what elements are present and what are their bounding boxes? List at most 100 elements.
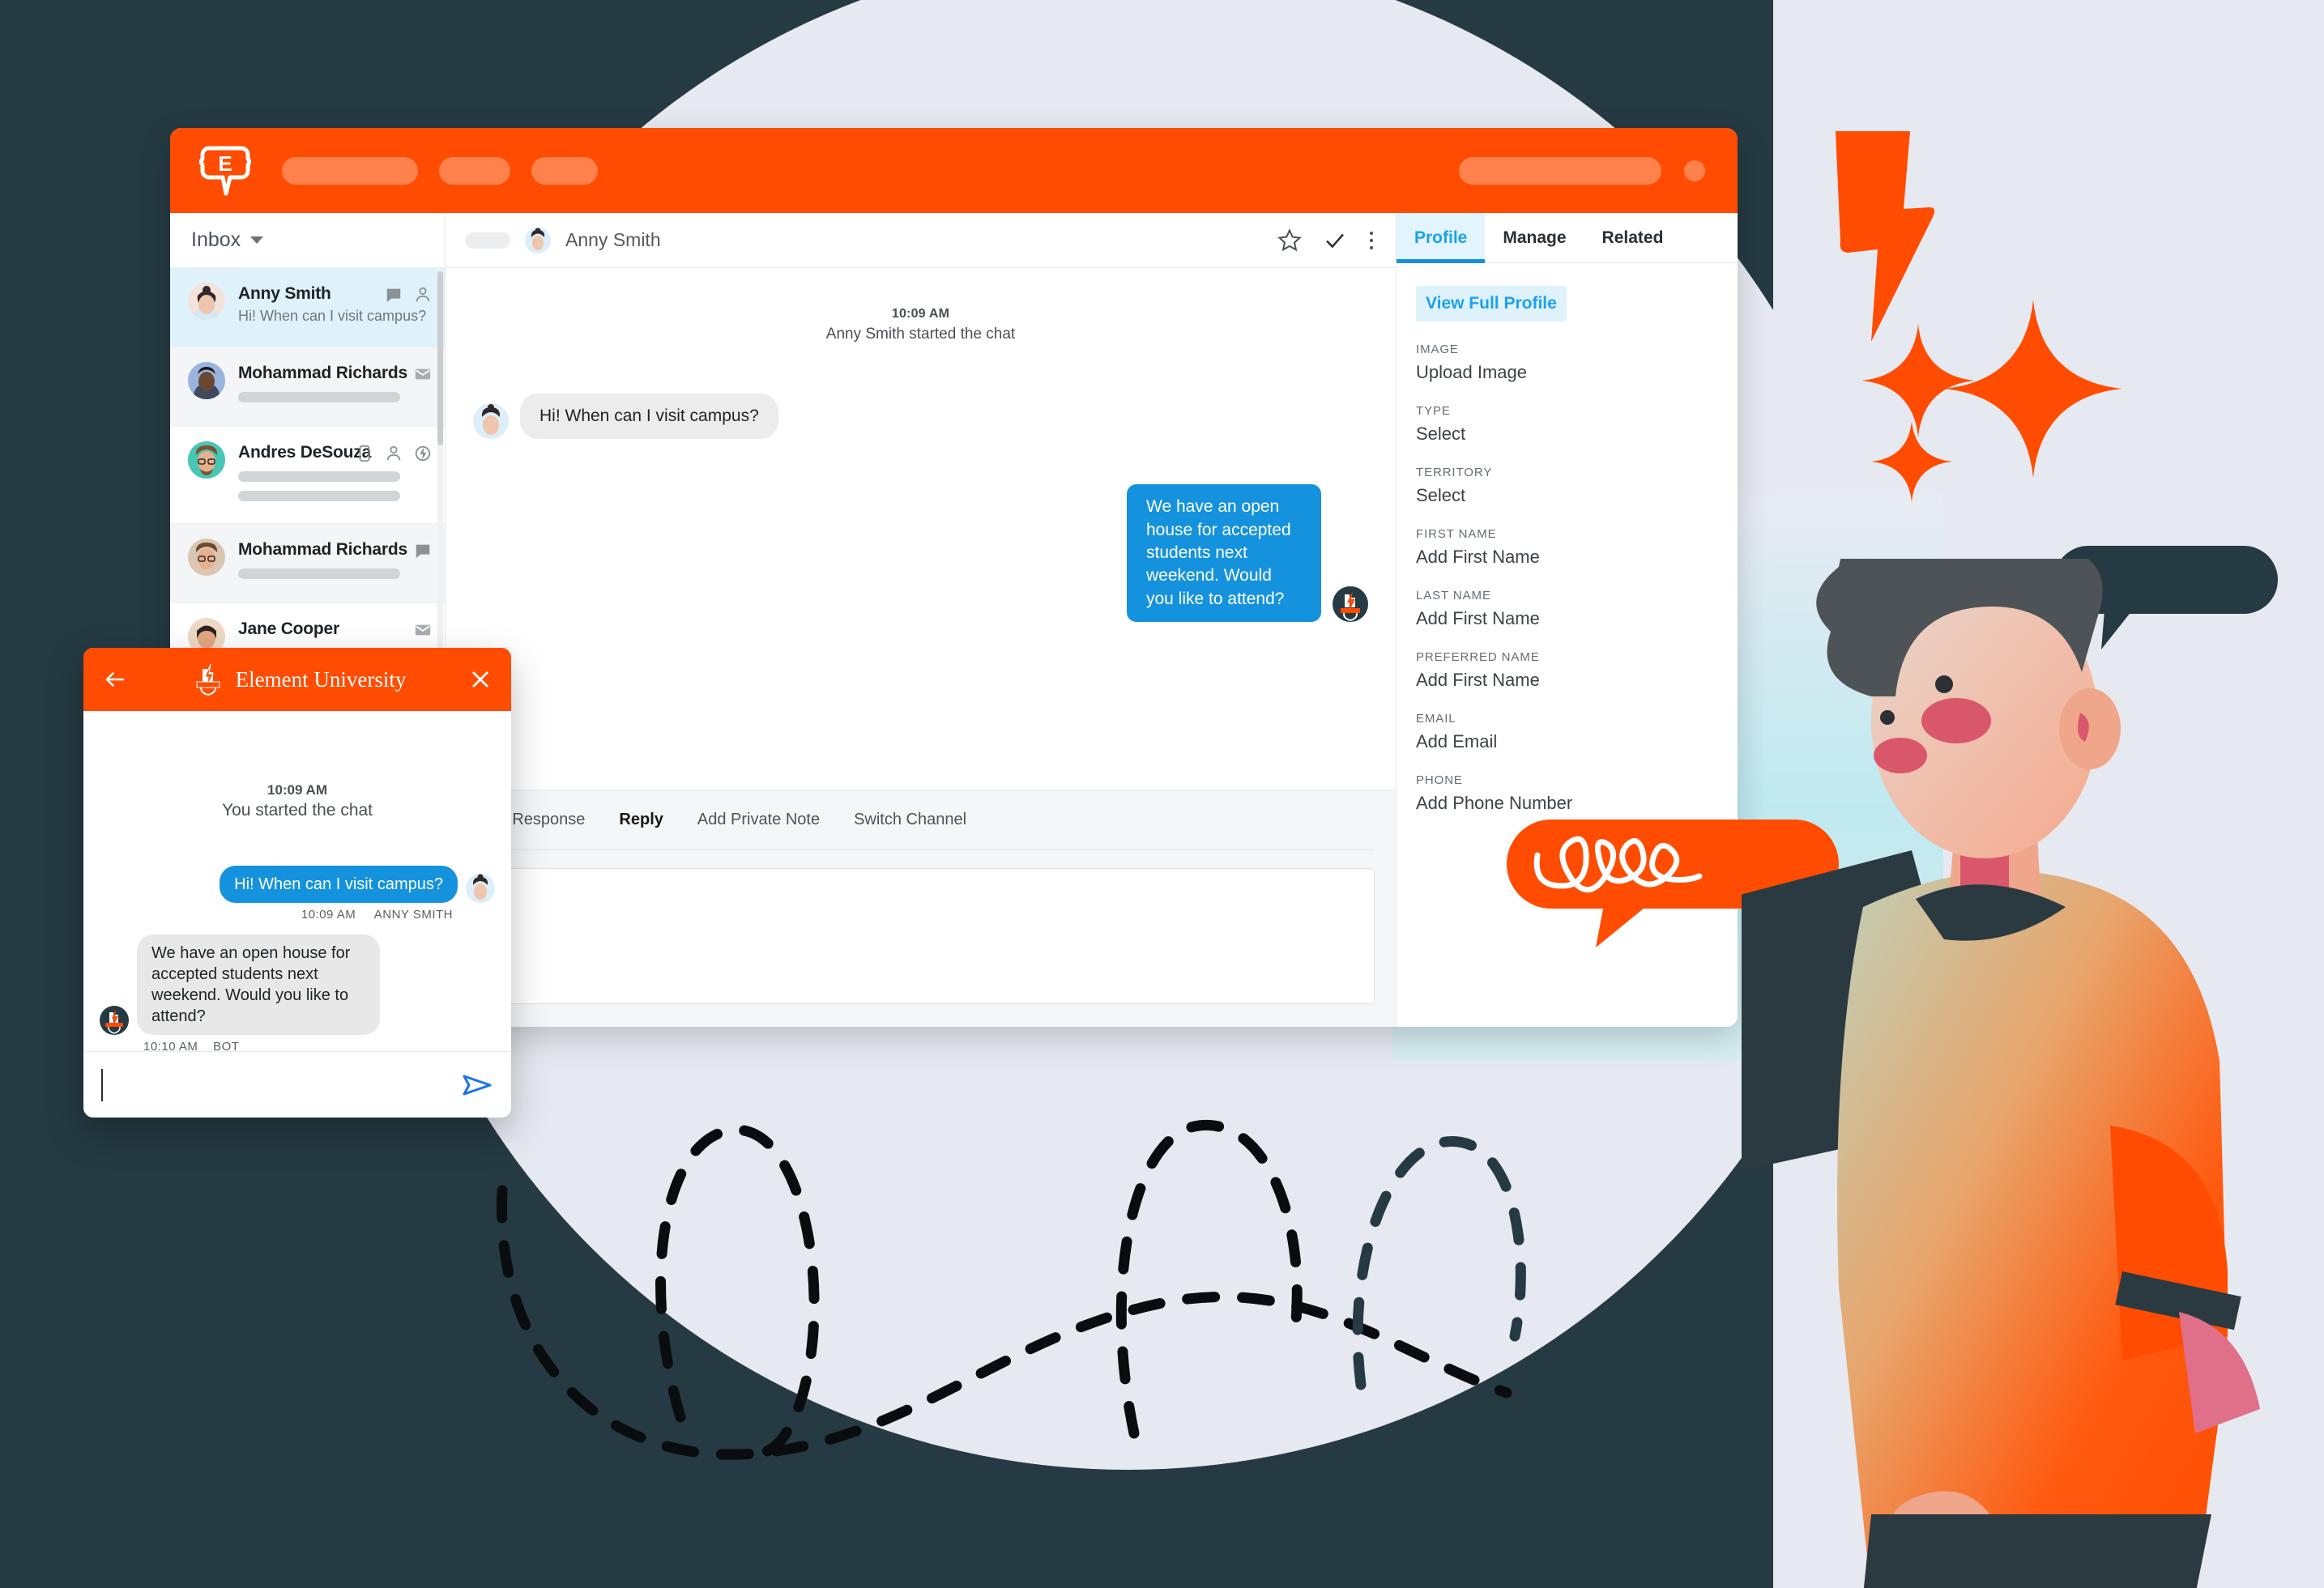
chat-widget-footer xyxy=(83,1051,511,1118)
field-value[interactable]: Add Email xyxy=(1416,731,1718,752)
conversation-name: Jane Cooper xyxy=(238,619,339,638)
field-value[interactable]: Add Phone Number xyxy=(1416,793,1718,814)
mail-icon xyxy=(415,368,431,380)
widget-system-text: You started the chat xyxy=(221,801,373,820)
person-icon xyxy=(386,445,401,461)
widget-message-author: BOT xyxy=(213,1040,240,1054)
chevron-down-icon[interactable] xyxy=(250,236,264,244)
conversation-name: Andres DeSouza xyxy=(238,443,372,462)
field-value[interactable]: Select xyxy=(1416,424,1718,445)
avatar xyxy=(466,874,495,903)
sidebar-scrollbar-thumb[interactable] xyxy=(437,271,443,445)
conversation-icons xyxy=(414,618,432,639)
preview-placeholder xyxy=(238,392,400,402)
send-icon[interactable] xyxy=(461,1071,493,1099)
tab-profile[interactable]: Profile xyxy=(1397,213,1486,263)
avatar xyxy=(188,283,225,320)
widget-message-meta: 10:09 AM ANNY SMITH xyxy=(100,908,495,922)
close-icon[interactable] xyxy=(469,668,492,691)
widget-message-row-incoming: We have an open house for accepted stude… xyxy=(100,934,495,1035)
conversation-name: Anny Smith xyxy=(238,284,331,303)
cheek-left xyxy=(1874,738,1927,773)
conversation-text: Mohammad Richards xyxy=(238,539,407,579)
topbar-pill-2[interactable] xyxy=(439,156,510,185)
field-value[interactable]: Add First Name xyxy=(1416,547,1718,568)
element-university-crest-avatar xyxy=(1333,586,1368,623)
system-text: Anny Smith started the chat xyxy=(825,326,1016,343)
widget-system-time: 10:09 AM xyxy=(267,782,327,798)
tab-related[interactable]: Related xyxy=(1584,213,1682,262)
conversation-row-mohammad-richards-1[interactable]: Mohammad Richards xyxy=(170,347,445,427)
avatar xyxy=(188,362,225,399)
preview-placeholder xyxy=(238,568,400,579)
conversation-row-mohammad-richards-2[interactable]: Mohammad Richards xyxy=(170,524,445,603)
conversation-header: Anny Smith xyxy=(446,213,1396,268)
system-time: 10:09 AM xyxy=(891,307,950,321)
inbox-selector[interactable]: Inbox xyxy=(170,213,445,268)
widget-system-message: 10:09 AM You started the chat xyxy=(100,782,495,820)
chat-widget-title: Element University xyxy=(235,666,407,692)
element-e-logo-icon[interactable]: E xyxy=(199,142,251,200)
avatar xyxy=(188,441,225,479)
preview-placeholder xyxy=(238,471,400,482)
inbox-label: Inbox xyxy=(191,228,241,251)
sparkle-small-icon xyxy=(1871,421,1952,502)
field-value[interactable]: Upload Image xyxy=(1416,362,1718,383)
profile-field-first-name: FIRST NAME Add First Name xyxy=(1416,527,1718,568)
tab-manage[interactable]: Manage xyxy=(1485,213,1584,262)
widget-message-time: 10:09 AM xyxy=(301,908,356,922)
more-vertical-icon[interactable] xyxy=(1368,228,1375,253)
conversation-icons xyxy=(385,283,432,304)
topbar-search-pill[interactable] xyxy=(1459,156,1661,185)
field-label: FIRST NAME xyxy=(1416,527,1497,541)
profile-field-phone: PHONE Add Phone Number xyxy=(1416,773,1718,814)
mobile-icon xyxy=(359,445,370,462)
star-icon[interactable] xyxy=(1277,228,1302,253)
lightning-bolt-icon xyxy=(1836,131,1934,342)
conversation-text: Andres DeSouza xyxy=(238,441,400,501)
tab-reply[interactable]: Reply xyxy=(619,811,663,829)
field-value[interactable]: Select xyxy=(1416,485,1718,506)
widget-message-bubble: Hi! When can I visit campus? xyxy=(220,866,458,903)
ear xyxy=(2059,688,2121,769)
conversation-text: Anny Smith Hi! When can I visit campus? xyxy=(238,283,427,325)
field-label: PHONE xyxy=(1416,773,1463,787)
conversation-row-andres-desouza[interactable]: Andres DeSouza xyxy=(170,427,445,524)
check-icon[interactable] xyxy=(1323,228,1347,253)
conversation-preview: Hi! When can I visit campus? xyxy=(238,308,427,324)
reply-textarea[interactable] xyxy=(467,868,1375,1004)
profile-field-preferred-name: PREFERRED NAME Add First Name xyxy=(1416,650,1718,691)
sparkle-large-icon xyxy=(1944,300,2122,478)
conversation-name: Mohammad Richards xyxy=(238,364,407,382)
profile-field-email: EMAIL Add Email xyxy=(1416,712,1718,752)
chat-icon xyxy=(386,288,401,303)
chat-widget: Element University 10:09 AM You started … xyxy=(83,648,511,1118)
message-bubble: Hi! When can I visit campus? xyxy=(520,394,778,440)
message-row-incoming: Hi! When can I visit campus? xyxy=(473,394,1368,440)
mail-icon xyxy=(415,624,431,636)
arrow-left-icon[interactable] xyxy=(103,667,127,692)
conversation-title: Anny Smith xyxy=(565,229,661,250)
topbar-pill-3[interactable] xyxy=(531,156,598,185)
widget-message-input[interactable] xyxy=(101,1068,461,1101)
tab-switch-channel[interactable]: Switch Channel xyxy=(854,811,966,829)
tab-add-private-note[interactable]: Add Private Note xyxy=(697,811,820,829)
view-full-profile-link[interactable]: View Full Profile xyxy=(1416,286,1567,321)
chat-widget-brand: Element University xyxy=(190,662,407,697)
avatar xyxy=(473,403,509,440)
profile-field-image: IMAGE Upload Image xyxy=(1416,343,1718,383)
svg-text:E: E xyxy=(218,151,232,176)
chat-widget-header: Element University xyxy=(83,648,511,711)
conversation-row-anny-smith[interactable]: Anny Smith Hi! When can I visit campus? xyxy=(170,268,445,347)
topbar-avatar-dot[interactable] xyxy=(1684,160,1705,181)
avatar xyxy=(525,227,551,253)
field-label: TERRITORY xyxy=(1416,466,1493,479)
message-row-outgoing: We have an open house for accepted stude… xyxy=(473,484,1368,623)
profile-field-last-name: LAST NAME Add First Name xyxy=(1416,589,1718,629)
field-value[interactable]: Add First Name xyxy=(1416,608,1718,629)
field-value[interactable]: Add First Name xyxy=(1416,670,1718,691)
topbar-pill-1[interactable] xyxy=(282,156,418,185)
cheek-right xyxy=(1921,698,1991,743)
screenshot-canvas: E Inbox Anny Smith Hi! When can I visit … xyxy=(0,0,2324,1588)
system-message: 10:09 AM Anny Smith started the chat xyxy=(473,307,1368,343)
